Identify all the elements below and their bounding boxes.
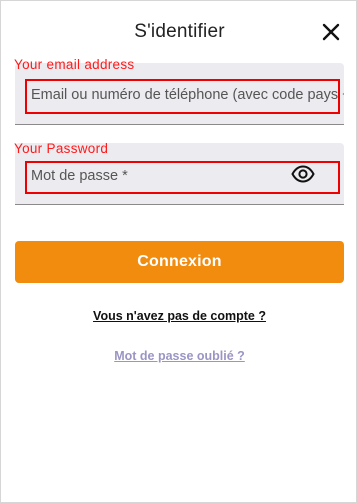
- login-button[interactable]: Connexion: [15, 241, 344, 283]
- close-icon: [322, 23, 340, 41]
- password-annotation-box: [25, 161, 340, 194]
- dialog-title: S'identifier: [134, 21, 225, 42]
- forgot-password-link[interactable]: Mot de passe oublié ?: [1, 349, 357, 363]
- email-annotation-label: Your email address: [14, 57, 135, 72]
- login-dialog: S'identifier Email ou numéro de téléphon…: [0, 0, 357, 503]
- close-button[interactable]: [320, 21, 342, 43]
- password-annotation-label: Your Password: [14, 141, 109, 156]
- email-annotation-box: [25, 79, 340, 114]
- signup-link[interactable]: Vous n'avez pas de compte ?: [1, 309, 357, 323]
- dialog-header: S'identifier: [1, 1, 357, 63]
